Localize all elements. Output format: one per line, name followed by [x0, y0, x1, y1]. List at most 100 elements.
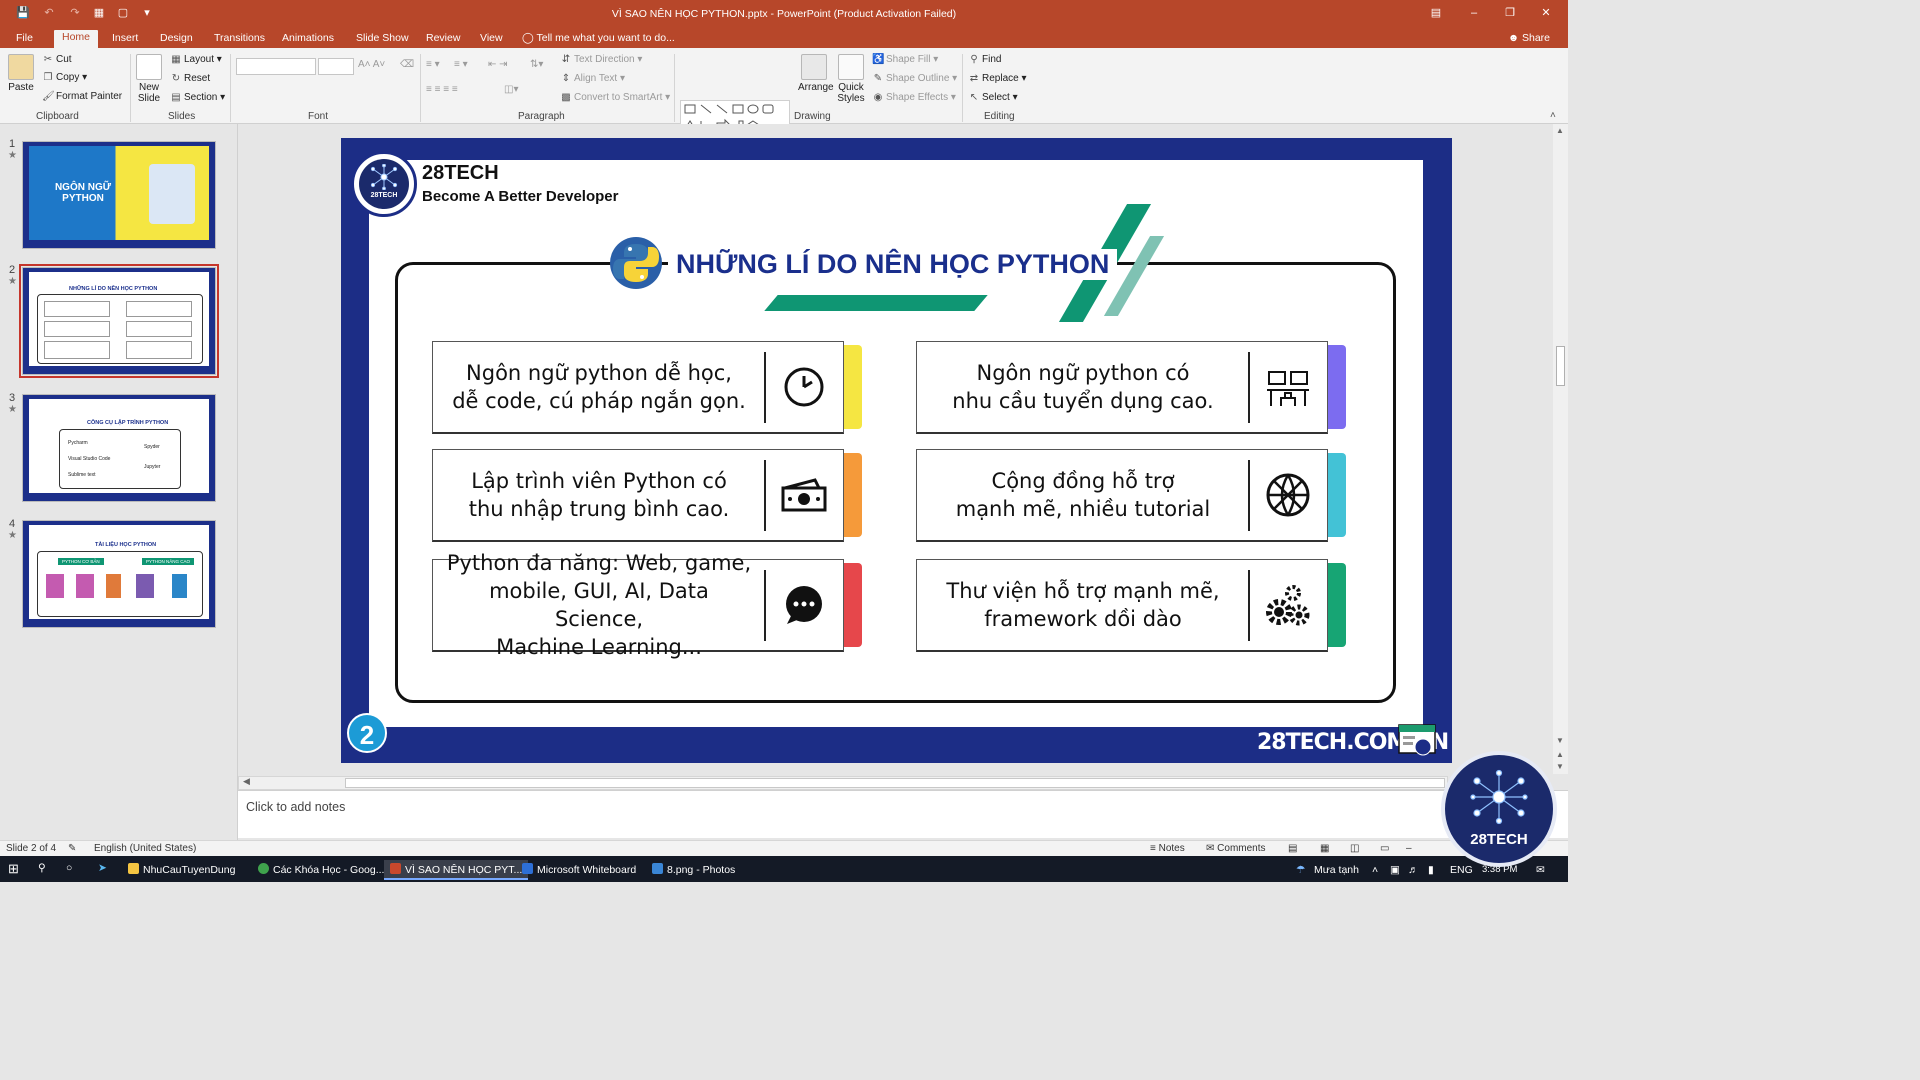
align-left-icon[interactable]: ≡ ≡ ≡ ≡	[426, 84, 458, 95]
slides-group-label: Slides	[168, 111, 196, 122]
spellcheck-icon[interactable]: ✎	[68, 843, 76, 854]
line-spacing-icon[interactable]: ⇅▾	[530, 59, 543, 70]
notes-pane[interactable]: Click to add notes	[238, 790, 1568, 838]
taskbar-item-powerpoint[interactable]: VÌ SAO NÊN HỌC PYT...	[384, 860, 529, 880]
network-icon[interactable]: ▣	[1390, 864, 1400, 876]
volume-icon[interactable]: ♬	[1408, 864, 1419, 876]
taskbar-item-whiteboard[interactable]: Microsoft Whiteboard	[516, 860, 642, 880]
find-button[interactable]: ⚲ Find	[968, 54, 1001, 65]
weather-text[interactable]: Mưa tạnh	[1314, 864, 1359, 876]
arrange-button[interactable]: Arrange	[798, 54, 834, 93]
horizontal-scroll-thumb[interactable]	[345, 778, 1445, 788]
language-indicator[interactable]: English (United States)	[94, 843, 196, 854]
horizontal-scrollbar[interactable]: ◀	[238, 776, 1448, 790]
group-separator	[230, 54, 231, 122]
font-name-input[interactable]	[236, 58, 316, 75]
indent-icon[interactable]: ⇤ ⇥	[488, 59, 508, 70]
tell-me-search[interactable]: ◯ Tell me what you want to do...	[522, 32, 675, 44]
scroll-up-icon[interactable]: ▲	[1556, 126, 1564, 135]
scroll-down-icon[interactable]: ▼	[1556, 736, 1564, 745]
text-direction-button[interactable]: ⇵ Text Direction ▾	[560, 54, 643, 65]
title-bar: 💾 ↶ ↷ ▦ ▢ ▾ VÌ SAO NÊN HỌC PYTHON.pptx -…	[0, 0, 1568, 28]
restore-icon[interactable]: ❐	[1500, 4, 1520, 22]
share-button[interactable]: ☻ Share	[1508, 32, 1550, 44]
tab-view[interactable]: View	[472, 31, 511, 45]
slide-sorter-icon[interactable]: ▦	[1320, 843, 1329, 854]
zoom-out-icon[interactable]: –	[1406, 843, 1412, 854]
quick-styles-icon	[838, 54, 864, 80]
reason-card[interactable]: Ngôn ngữ python dễ học, dễ code, cú pháp…	[432, 341, 844, 434]
vertical-scrollbar[interactable]: ▲ ▼ ▲ ▼	[1553, 124, 1568, 774]
font-size-input[interactable]	[318, 58, 354, 75]
grow-font-icon[interactable]: A˄ A˅	[358, 59, 385, 70]
reading-view-icon[interactable]: ◫	[1350, 843, 1359, 854]
paragraph-group-label: Paragraph	[518, 111, 565, 122]
slideshow-icon[interactable]: ▭	[1380, 843, 1389, 854]
tab-home[interactable]: Home	[54, 30, 99, 48]
thumbnail-slide-1[interactable]: NGÔN NGỮ PYTHON	[22, 141, 216, 249]
taskbar-item-photos[interactable]: 8.png - Photos	[646, 860, 741, 880]
replace-button[interactable]: ⇄ Replace ▾	[968, 73, 1027, 84]
close-icon[interactable]: ✕	[1536, 4, 1556, 22]
tab-transitions[interactable]: Transitions	[206, 31, 273, 45]
shape-effects-button[interactable]: ◉ Shape Effects ▾	[872, 92, 956, 103]
group-separator	[962, 54, 963, 122]
scroll-left-icon[interactable]: ◀	[243, 776, 250, 787]
previous-slide-icon[interactable]: ▲	[1556, 750, 1564, 759]
battery-icon[interactable]: ▮	[1428, 864, 1434, 876]
telegram-icon[interactable]: ➤	[98, 862, 107, 874]
windows-start-icon[interactable]: ⊞	[8, 861, 19, 877]
normal-view-icon[interactable]: ▤	[1288, 843, 1297, 854]
thumbnail-slide-4[interactable]: TÀI LIỆU HỌC PYTHON PYTHON CƠ BẢN PYTHON…	[22, 520, 216, 628]
weather-icon[interactable]: ☂	[1296, 864, 1305, 876]
cut-button[interactable]: ✂ Cut	[42, 54, 72, 65]
new-slide-button[interactable]: New Slide	[134, 54, 164, 104]
shape-outline-button[interactable]: ✎ Shape Outline ▾	[872, 73, 957, 84]
columns-icon[interactable]: ◫▾	[504, 84, 518, 95]
tab-design[interactable]: Design	[152, 31, 201, 45]
minimize-icon[interactable]: –	[1464, 4, 1484, 22]
format-painter-button[interactable]: 🖌Format Painter	[42, 91, 122, 102]
tab-animations[interactable]: Animations	[274, 31, 342, 45]
bullets-icon[interactable]: ≡ ▾	[426, 59, 440, 70]
tray-chevron-icon[interactable]: ˄	[1372, 864, 1378, 876]
align-text-icon: ⇕	[561, 73, 571, 84]
comments-toggle[interactable]: ✉ Comments	[1206, 843, 1266, 854]
ribbon-display-icon[interactable]: ▤	[1426, 4, 1446, 22]
developer-illustration-icon	[149, 164, 195, 224]
reason-card[interactable]: Lập trình viên Python có thu nhập trung …	[432, 449, 844, 542]
tab-file[interactable]: File	[8, 31, 41, 45]
copy-button[interactable]: ❐ Copy ▾	[42, 72, 88, 83]
layout-button[interactable]: ▦ Layout ▾	[170, 54, 222, 65]
reason-card[interactable]: Python đa năng: Web, game, mobile, GUI, …	[432, 551, 844, 659]
search-icon[interactable]: ⚲	[38, 862, 46, 874]
reason-card[interactable]: Thư viện hỗ trợ mạnh mẽ, framework dồi d…	[916, 559, 1328, 652]
align-text-button[interactable]: ⇕ Align Text ▾	[560, 73, 625, 84]
tab-slide-show[interactable]: Slide Show	[348, 31, 417, 45]
select-button[interactable]: ↖ Select ▾	[968, 92, 1018, 103]
slide-canvas[interactable]: 28TECH 28TECH Become A Better Developer …	[341, 138, 1452, 763]
reason-card[interactable]: Cộng đồng hỗ trợ mạnh mẽ, nhiều tutorial	[916, 449, 1328, 542]
collapse-ribbon-icon[interactable]: ˄	[1550, 110, 1556, 121]
tab-review[interactable]: Review	[418, 31, 468, 45]
shape-fill-button[interactable]: ♿ Shape Fill ▾	[872, 54, 938, 65]
notification-icon[interactable]: ✉	[1536, 864, 1545, 876]
clear-format-icon[interactable]: ⌫	[400, 59, 414, 70]
quick-styles-button[interactable]: Quick Styles	[834, 54, 868, 104]
section-button[interactable]: ▤ Section ▾	[170, 92, 225, 103]
taskbar-item-folder[interactable]: NhuCauTuyenDung	[122, 860, 241, 880]
paste-button[interactable]: Paste	[6, 54, 36, 93]
reset-button[interactable]: ↻ Reset	[170, 73, 210, 84]
notes-toggle[interactable]: ≡ Notes	[1150, 843, 1185, 854]
vertical-scroll-thumb[interactable]	[1556, 346, 1565, 386]
next-slide-icon[interactable]: ▼	[1556, 762, 1564, 771]
numbering-icon[interactable]: ≡ ▾	[454, 59, 468, 70]
language-tray[interactable]: ENG	[1450, 864, 1473, 876]
reason-card[interactable]: Ngôn ngữ python có nhu cầu tuyển dụng ca…	[916, 341, 1328, 434]
thumbnail-slide-3[interactable]: CÔNG CỤ LẬP TRÌNH PYTHON Pycharm Visual …	[22, 394, 216, 502]
tab-insert[interactable]: Insert	[104, 31, 146, 45]
convert-smartart-button[interactable]: ▩ Convert to SmartArt ▾	[560, 92, 670, 103]
thumbnail-slide-2[interactable]: NHỮNG LÍ DO NÊN HỌC PYTHON	[19, 264, 219, 378]
taskbar-item-chrome[interactable]: Các Khóa Học - Goog...	[252, 860, 390, 880]
cortana-icon[interactable]: ○	[66, 862, 72, 874]
